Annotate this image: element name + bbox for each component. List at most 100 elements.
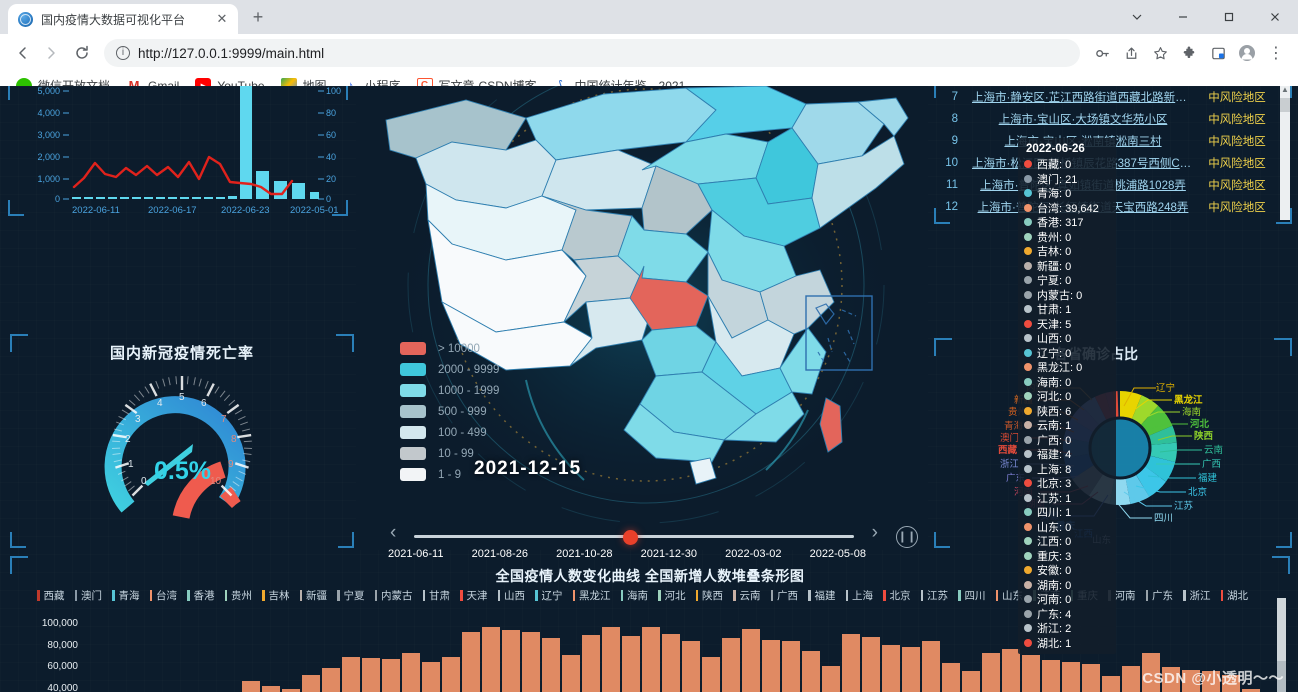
tab-close-icon[interactable]: ✕ <box>214 11 230 27</box>
bar[interactable] <box>862 637 880 692</box>
browser-tab[interactable]: 国内疫情大数据可视化平台 ✕ <box>8 4 238 34</box>
forward-icon[interactable] <box>38 39 66 67</box>
bar[interactable] <box>1042 660 1060 692</box>
legend-item[interactable]: 西藏 <box>32 588 70 603</box>
browser-menu-icon[interactable]: ⋮ <box>1262 39 1290 67</box>
legend-item[interactable]: 广西 <box>766 588 804 603</box>
map-timeline[interactable]: ‹ › ❙❙ 2021-06-11 2021-08-26 2021-10-28 … <box>382 506 918 560</box>
reload-icon[interactable] <box>68 39 96 67</box>
legend-item[interactable]: 北京 <box>878 588 916 603</box>
bar[interactable] <box>502 629 520 692</box>
legend-item[interactable]: 江苏 <box>916 588 954 603</box>
bar[interactable] <box>1062 661 1080 692</box>
legend-item[interactable]: 天津 <box>455 588 493 603</box>
bar[interactable] <box>822 665 840 692</box>
legend-item[interactable]: 四川 <box>953 588 991 603</box>
legend-item[interactable]: 陕西 <box>691 588 729 603</box>
bar[interactable] <box>402 652 420 692</box>
legend-item[interactable]: 贵州 <box>220 588 258 603</box>
table-row[interactable]: 7 上海市·静安区·芷江西路街道西藏北路新赵家宅（... 中风险地区 <box>934 86 1276 108</box>
legend-item[interactable]: 辽宁 <box>530 588 568 603</box>
legend-item[interactable]: 海南 <box>616 588 654 603</box>
legend-item[interactable]: 广东 <box>1141 588 1179 603</box>
timeline-handle[interactable] <box>623 530 638 545</box>
bar[interactable] <box>382 659 400 692</box>
bar[interactable] <box>802 651 820 692</box>
scroll-up-icon[interactable]: ▲ <box>1281 86 1289 94</box>
bar[interactable] <box>322 667 340 692</box>
bar[interactable] <box>542 638 560 692</box>
bar[interactable] <box>902 647 920 692</box>
bar[interactable] <box>842 634 860 692</box>
extensions-puzzle-icon[interactable] <box>1175 39 1203 67</box>
maximize-button[interactable] <box>1206 0 1252 34</box>
legend-item[interactable]: 青海 <box>107 588 145 603</box>
legend-item[interactable]: 浙江 <box>1178 588 1216 603</box>
bar[interactable] <box>662 634 680 692</box>
legend-item[interactable]: 甘肃 <box>418 588 456 603</box>
legend-item[interactable]: 上海 <box>841 588 879 603</box>
bar[interactable] <box>562 655 580 692</box>
legend-item[interactable]: 云南 <box>728 588 766 603</box>
close-window-button[interactable] <box>1252 0 1298 34</box>
expand-chevron-icon[interactable] <box>1114 0 1160 34</box>
bar[interactable] <box>362 657 380 692</box>
site-info-icon[interactable]: i <box>116 46 130 60</box>
bar[interactable] <box>1122 665 1140 692</box>
timeline-next-icon[interactable]: › <box>872 522 878 544</box>
bar[interactable] <box>1102 676 1120 692</box>
legend-item[interactable]: 山西 <box>493 588 531 603</box>
bar[interactable] <box>302 675 320 692</box>
side-panel-icon[interactable] <box>1204 39 1232 67</box>
risk-list-scrollbar[interactable]: ▲ <box>1280 86 1290 220</box>
bar[interactable] <box>1022 655 1040 692</box>
bar[interactable] <box>582 635 600 692</box>
bar[interactable] <box>482 626 500 692</box>
back-icon[interactable] <box>8 39 36 67</box>
bookmark-star-icon[interactable] <box>1146 39 1174 67</box>
bar[interactable] <box>442 656 460 692</box>
row-area-name[interactable]: 上海市·宝山区·大场镇文华苑小区 <box>968 111 1198 127</box>
bar[interactable] <box>602 626 620 692</box>
bar[interactable] <box>422 661 440 692</box>
bar[interactable] <box>242 681 260 692</box>
bar[interactable] <box>262 686 280 692</box>
address-bar[interactable]: i http://127.0.0.1:9999/main.html <box>104 39 1080 67</box>
bar[interactable] <box>342 656 360 692</box>
bar[interactable] <box>522 632 540 692</box>
bar[interactable] <box>782 640 800 692</box>
bar[interactable] <box>882 644 900 692</box>
bar[interactable] <box>942 663 960 692</box>
legend-item[interactable]: 湖北 <box>1216 588 1254 603</box>
new-tab-button[interactable]: + <box>244 4 272 32</box>
row-area-name[interactable]: 上海市·静安区·芷江西路街道西藏北路新赵家宅（... <box>968 89 1198 105</box>
legend-item[interactable]: 内蒙古 <box>370 588 418 603</box>
bar[interactable] <box>682 640 700 692</box>
bar[interactable] <box>922 640 940 692</box>
bar[interactable] <box>462 631 480 692</box>
china-map-panel[interactable]: > 10000 2000 - 9999 1000 - 1999 500 - 99… <box>356 86 928 550</box>
bar[interactable] <box>962 670 980 692</box>
bar[interactable] <box>1082 664 1100 692</box>
bar[interactable] <box>1002 648 1020 692</box>
bar[interactable] <box>742 629 760 692</box>
legend-item[interactable]: 黑龙江 <box>568 588 616 603</box>
bar[interactable] <box>722 638 740 692</box>
timeline-pause-button[interactable]: ❙❙ <box>896 526 918 548</box>
timeline-prev-icon[interactable]: ‹ <box>390 522 396 544</box>
share-icon[interactable] <box>1117 39 1145 67</box>
legend-item[interactable]: 台湾 <box>145 588 183 603</box>
bar[interactable] <box>622 636 640 692</box>
bar[interactable] <box>702 656 720 692</box>
bar[interactable] <box>762 639 780 692</box>
bar[interactable] <box>642 626 660 692</box>
profile-avatar-icon[interactable] <box>1233 39 1261 67</box>
legend-item[interactable]: 新疆 <box>295 588 333 603</box>
minimize-button[interactable] <box>1160 0 1206 34</box>
legend-item[interactable]: 香港 <box>182 588 220 603</box>
table-row[interactable]: 8 上海市·宝山区·大场镇文华苑小区 中风险地区 <box>934 108 1276 130</box>
legend-item[interactable]: 吉林 <box>257 588 295 603</box>
legend-item[interactable]: 河北 <box>653 588 691 603</box>
legend-item[interactable]: 福建 <box>803 588 841 603</box>
bar[interactable] <box>982 652 1000 692</box>
